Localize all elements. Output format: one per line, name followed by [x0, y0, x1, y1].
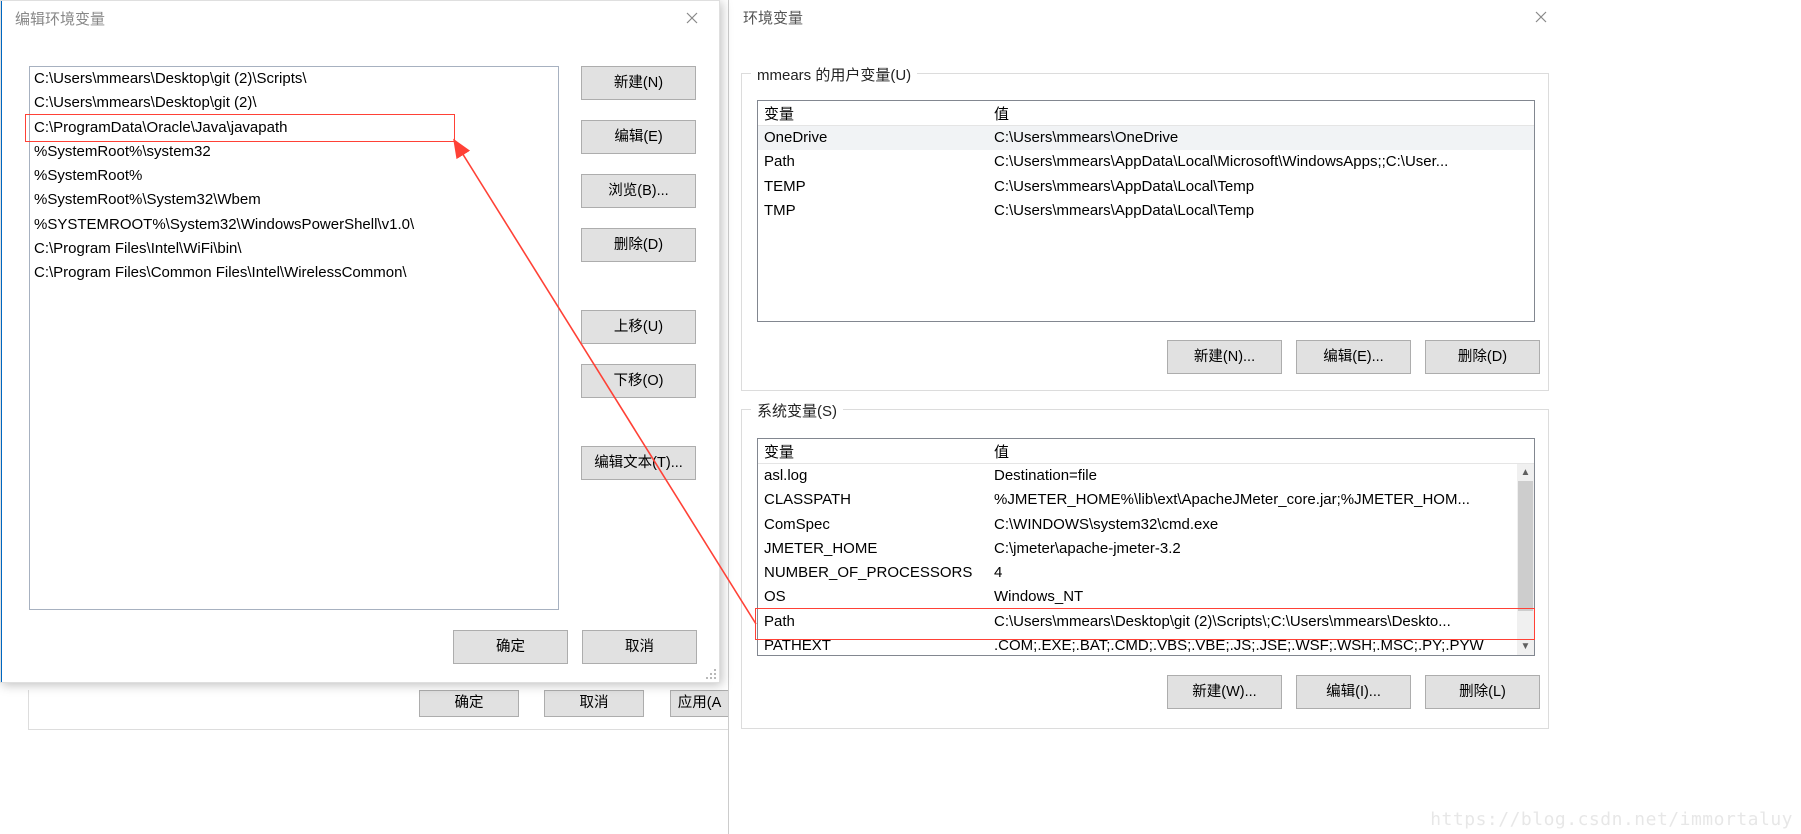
system-vars-header[interactable]: 变量 值	[758, 439, 1534, 464]
parent-cancel-button[interactable]: 取消	[544, 690, 644, 717]
delete-button[interactable]: 删除(D)	[581, 228, 696, 262]
user-new-button[interactable]: 新建(N)...	[1167, 340, 1282, 374]
scroll-up-icon[interactable]: ▲	[1517, 464, 1534, 481]
close-icon[interactable]	[669, 3, 715, 33]
path-row[interactable]: %SystemRoot%\System32\Wbem	[30, 188, 558, 212]
path-row[interactable]: C:\Program Files\Intel\WiFi\bin\	[30, 237, 558, 261]
move-down-button[interactable]: 下移(O)	[581, 364, 696, 398]
system-var-row[interactable]: ComSpec C:\WINDOWS\system32\cmd.exe	[758, 513, 1517, 537]
cancel-button[interactable]: 取消	[582, 630, 697, 664]
path-row[interactable]: C:\ProgramData\Oracle\Java\javapath	[30, 116, 558, 140]
system-var-row[interactable]: JMETER_HOME C:\jmeter\apache-jmeter-3.2	[758, 537, 1517, 561]
new-button[interactable]: 新建(N)	[581, 66, 696, 100]
parent-ok-button[interactable]: 确定	[419, 690, 519, 717]
close-icon[interactable]	[1518, 2, 1564, 32]
system-var-row[interactable]: asl.log Destination=file	[758, 464, 1517, 488]
move-up-button[interactable]: 上移(U)	[581, 310, 696, 344]
user-vars-table[interactable]: 变量 值 OneDrive C:\Users\mmears\OneDrive P…	[757, 100, 1535, 322]
path-listbox[interactable]: C:\Users\mmears\Desktop\git (2)\Scripts\…	[29, 66, 559, 610]
path-row[interactable]: %SystemRoot%	[30, 164, 558, 188]
env-window-title: 环境变量	[743, 7, 803, 28]
system-vars-label: 系统变量(S)	[751, 400, 843, 421]
user-delete-button[interactable]: 删除(D)	[1425, 340, 1540, 374]
system-delete-button[interactable]: 删除(L)	[1425, 675, 1540, 709]
user-var-row[interactable]: OneDrive C:\Users\mmears\OneDrive	[758, 126, 1534, 150]
system-var-row[interactable]: PATHEXT .COM;.EXE;.BAT;.CMD;.VBS;.VBE;.J…	[758, 634, 1517, 658]
user-var-row[interactable]: TMP C:\Users\mmears\AppData\Local\Temp	[758, 199, 1534, 223]
system-var-row[interactable]: Path C:\Users\mmears\Desktop\git (2)\Scr…	[758, 610, 1517, 634]
resize-grip-icon[interactable]	[702, 665, 716, 679]
browse-button[interactable]: 浏览(B)...	[581, 174, 696, 208]
system-var-row[interactable]: CLASSPATH %JMETER_HOME%\lib\ext\ApacheJM…	[758, 488, 1517, 512]
user-var-row[interactable]: TEMP C:\Users\mmears\AppData\Local\Temp	[758, 175, 1534, 199]
edit-env-var-window: 编辑环境变量 C:\Users\mmears\Desktop\git (2)\S…	[0, 0, 720, 683]
user-vars-label: mmears 的用户变量(U)	[751, 64, 917, 85]
path-row[interactable]: C:\Users\mmears\Desktop\git (2)\Scripts\	[30, 67, 558, 91]
env-vars-window: 环境变量 mmears 的用户变量(U) 变量 值 OneDrive C:\Us…	[728, 0, 1568, 834]
scroll-thumb[interactable]	[1518, 481, 1533, 611]
edit-text-button[interactable]: 编辑文本(T)...	[581, 446, 696, 480]
column-variable[interactable]: 变量	[758, 441, 988, 462]
column-variable[interactable]: 变量	[758, 103, 988, 124]
edit-window-titlebar[interactable]: 编辑环境变量	[1, 1, 719, 35]
system-vars-table[interactable]: 变量 值 asl.log Destination=file CLASSPATH …	[757, 438, 1535, 656]
env-window-titlebar[interactable]: 环境变量	[729, 0, 1568, 34]
path-row[interactable]: C:\Users\mmears\Desktop\git (2)\	[30, 91, 558, 115]
system-new-button[interactable]: 新建(W)...	[1167, 675, 1282, 709]
system-edit-button[interactable]: 编辑(I)...	[1296, 675, 1411, 709]
system-var-row[interactable]: NUMBER_OF_PROCESSORS 4	[758, 561, 1517, 585]
scroll-down-icon[interactable]: ▼	[1517, 638, 1534, 655]
column-value[interactable]: 值	[988, 103, 1534, 124]
edit-window-title: 编辑环境变量	[15, 8, 105, 29]
path-row[interactable]: %SYSTEMROOT%\System32\WindowsPowerShell\…	[30, 213, 558, 237]
system-var-row[interactable]: OS Windows_NT	[758, 585, 1517, 609]
parent-apply-button[interactable]: 应用(A	[670, 690, 728, 717]
watermark: https://blog.csdn.net/immortaluy	[1430, 809, 1793, 830]
edit-button[interactable]: 编辑(E)	[581, 120, 696, 154]
ok-button[interactable]: 确定	[453, 630, 568, 664]
user-var-row[interactable]: Path C:\Users\mmears\AppData\Local\Micro…	[758, 150, 1534, 174]
user-vars-header[interactable]: 变量 值	[758, 101, 1534, 126]
system-vars-scrollbar[interactable]: ▲ ▼	[1517, 464, 1534, 655]
user-edit-button[interactable]: 编辑(E)...	[1296, 340, 1411, 374]
path-row[interactable]: C:\Program Files\Common Files\Intel\Wire…	[30, 261, 558, 285]
column-value[interactable]: 值	[988, 441, 1534, 462]
path-row[interactable]: %SystemRoot%\system32	[30, 140, 558, 164]
